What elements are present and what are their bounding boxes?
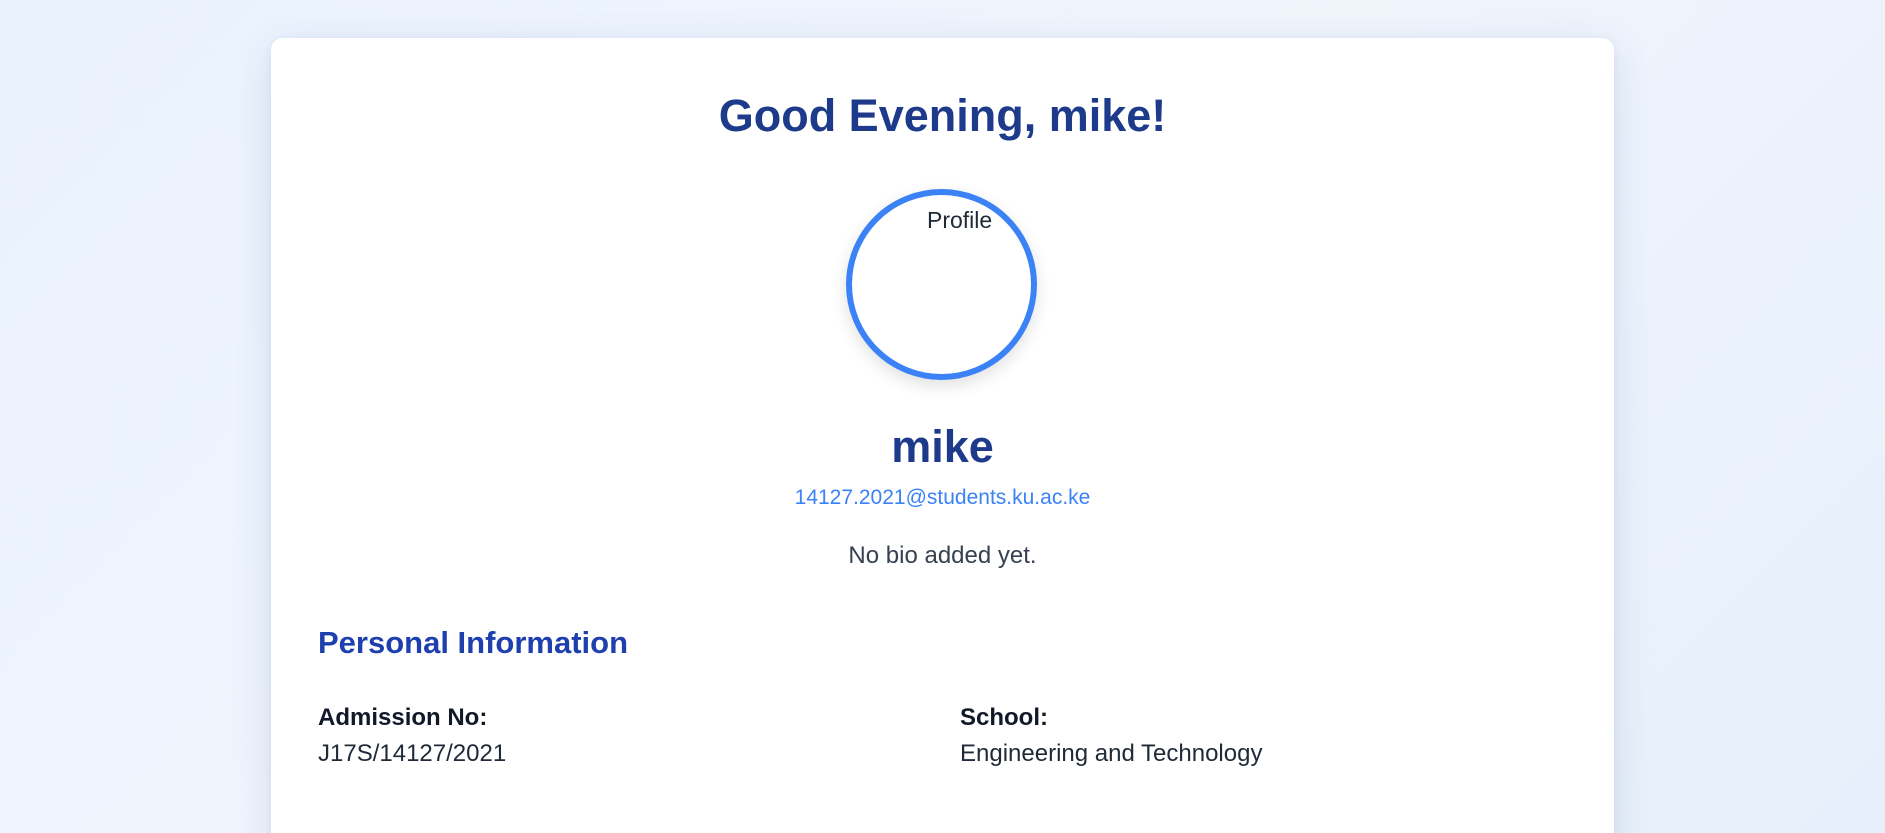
personal-info-title: Personal Information bbox=[318, 625, 629, 660]
admission-label: Admission No: bbox=[318, 704, 488, 731]
greeting-heading: Good Evening, mike! bbox=[718, 90, 1167, 141]
profile-name: mike bbox=[891, 421, 994, 472]
profile-bio: No bio added yet. bbox=[848, 542, 1037, 569]
profile-avatar[interactable]: Profile bbox=[846, 189, 1037, 380]
profile-email-link[interactable]: 14127.2021@students.ku.ac.ke bbox=[0, 484, 1885, 512]
avatar-alt-text: Profile bbox=[927, 207, 993, 233]
admission-value: J17S/14127/2021 bbox=[318, 740, 507, 767]
school-label: School: bbox=[960, 704, 1048, 731]
school-value: Engineering and Technology bbox=[960, 740, 1263, 767]
